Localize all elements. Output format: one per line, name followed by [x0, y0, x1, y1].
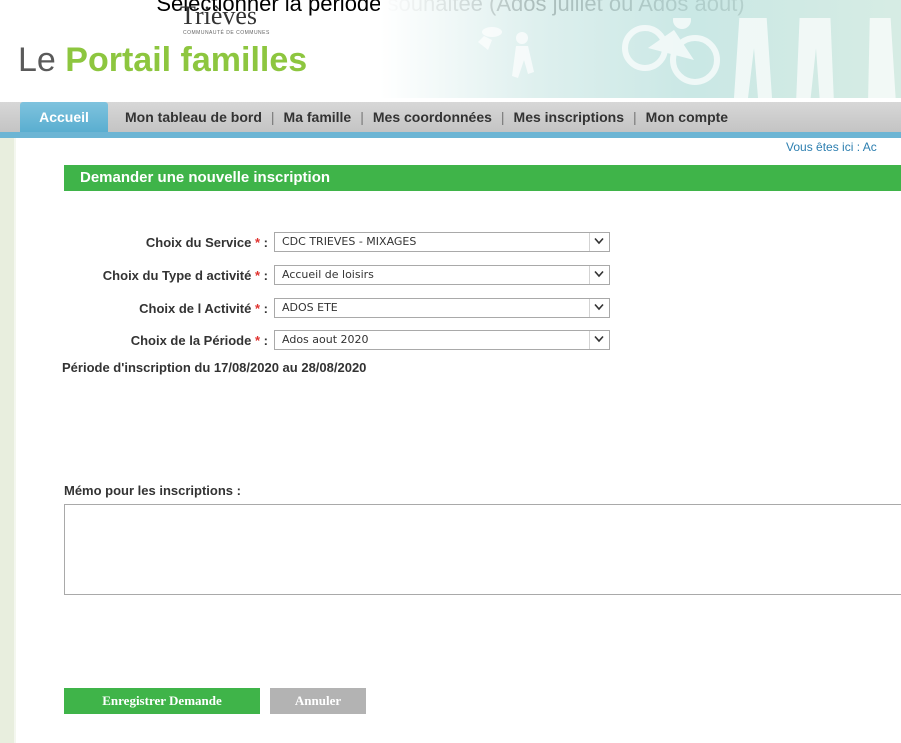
activity-type-select-value: Accueil de loisirs — [282, 268, 374, 281]
main-nav: Accueil Mon tableau de bord | Ma famille | M… — [0, 102, 901, 138]
trieves-logo-subtitle: COMMUNAUTÉ DE COMMUNES — [183, 30, 270, 36]
left-sidebar-strip — [0, 138, 14, 743]
period-select[interactable]: Ados aout 2020 — [274, 330, 610, 350]
service-select[interactable]: CDC TRIEVES - MIXAGES — [274, 232, 610, 252]
save-request-button[interactable]: Enregistrer Demande — [64, 688, 260, 714]
chevron-down-icon[interactable] — [589, 331, 609, 349]
tab-accueil[interactable]: Accueil — [20, 102, 108, 132]
breadcrumb: Vous êtes ici : Ac — [786, 140, 877, 154]
chevron-down-icon[interactable] — [589, 233, 609, 251]
section-title: Demander une nouvelle inscription — [64, 165, 901, 191]
nav-separator: | — [270, 109, 275, 125]
trieves-logo: Trièves — [180, 1, 258, 30]
tab-mon-tableau-de-bord[interactable]: Mon tableau de bord — [125, 109, 262, 125]
activity-select-value: ADOS ETE — [282, 301, 338, 314]
tab-mon-compte[interactable]: Mon compte — [646, 109, 728, 125]
portal-logo[interactable]: Le Portail familles — [18, 40, 307, 80]
nav-separator: | — [360, 109, 364, 125]
tab-ma-famille[interactable]: Ma famille — [284, 109, 352, 125]
activity-type-label: Choix du Type d activité * : — [102, 268, 268, 283]
banner-silhouettes — [478, 18, 896, 98]
service-label: Choix du Service * : — [145, 235, 268, 250]
nav-separator: | — [633, 109, 637, 125]
memo-label: Mémo pour les inscriptions : — [64, 483, 241, 498]
period-label: Choix de la Période * : — [130, 333, 268, 348]
nav-items: Mon tableau de bord | Ma famille | Mes coord… — [125, 102, 728, 132]
nav-separator: | — [500, 109, 505, 125]
activity-select[interactable]: ADOS ETE — [274, 298, 610, 318]
logo-brand: Portail familles — [65, 41, 308, 79]
chevron-down-icon[interactable] — [589, 299, 609, 317]
activity-type-select[interactable]: Accueil de loisirs — [274, 265, 610, 285]
logo-prefix: Le — [18, 41, 56, 79]
tab-mes-coordonnees[interactable]: Mes coordonnées — [373, 109, 492, 125]
activity-label: Choix de l Activité * : — [139, 301, 268, 316]
cancel-button[interactable]: Annuler — [270, 688, 366, 714]
tab-mes-inscriptions[interactable]: Mes inscriptions — [514, 109, 624, 125]
period-info-text: Période d'inscription du 17/08/2020 au 2… — [62, 360, 367, 375]
period-select-value: Ados aout 2020 — [282, 333, 369, 346]
site-header: Trièves COMMUNAUTÉ DE COMMUNES Le Portai… — [0, 0, 901, 98]
left-sidebar-edge — [14, 138, 16, 743]
chevron-down-icon[interactable] — [589, 266, 609, 284]
service-select-value: CDC TRIEVES - MIXAGES — [282, 235, 417, 248]
memo-textarea[interactable] — [64, 504, 901, 595]
